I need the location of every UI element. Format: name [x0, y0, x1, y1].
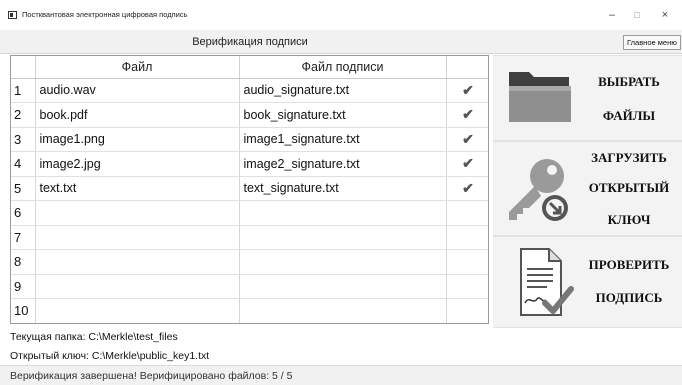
main-menu-button[interactable]: Главное меню [623, 35, 681, 50]
status-cell [446, 225, 488, 250]
table-row[interactable]: 9 [11, 274, 488, 299]
signature-cell[interactable]: book_signature.txt [239, 102, 447, 128]
load-key-button[interactable]: ЗАГРУЗИТЬ ОТКРЫТЫЙ КЛЮЧ [493, 141, 682, 236]
checkmark-icon: ✔ [446, 176, 488, 201]
file-cell[interactable] [35, 298, 240, 323]
files-table[interactable]: Файл Файл подписи 1 audio.wav audio_sign… [10, 55, 489, 324]
file-cell[interactable]: text.txt [35, 176, 240, 201]
file-cell[interactable] [35, 249, 240, 275]
verify-label-line1: ПРОВЕРИТЬ [588, 257, 670, 272]
load-key-label-line1: ЗАГРУЗИТЬ [591, 150, 667, 165]
checkmark-icon: ✔ [446, 78, 488, 103]
table-row[interactable]: 10 [11, 298, 488, 323]
row-number: 8 [11, 249, 36, 275]
table-row[interactable]: 6 [11, 200, 488, 226]
signature-cell[interactable]: text_signature.txt [239, 176, 447, 201]
signature-cell[interactable]: image1_signature.txt [239, 127, 447, 152]
maximize-button[interactable]: □ [627, 5, 647, 25]
row-number: 1 [11, 78, 36, 103]
select-files-button[interactable]: ВЫБРАТЬ ФАЙЛЫ [493, 55, 682, 141]
load-key-label-line2: ОТКРЫТЫЙ [588, 180, 670, 195]
status-cell [446, 274, 488, 299]
select-files-label-line1: ВЫБРАТЬ [598, 74, 660, 89]
column-header-file[interactable]: Файл [35, 56, 240, 79]
file-cell[interactable]: book.pdf [35, 102, 240, 128]
file-cell[interactable]: image2.jpg [35, 151, 240, 177]
table-row[interactable]: 5 text.txt text_signature.txt ✔ [11, 176, 488, 201]
current-folder-label: Текущая папка: C:\Merkle\test_files [10, 331, 178, 343]
close-button[interactable]: × [655, 5, 675, 25]
checkmark-icon: ✔ [446, 127, 488, 152]
signature-cell[interactable] [239, 225, 447, 250]
table-row[interactable]: 3 image1.png image1_signature.txt ✔ [11, 127, 488, 152]
signature-cell[interactable] [239, 200, 447, 226]
app-icon [8, 11, 17, 19]
row-number: 2 [11, 102, 36, 128]
page-title: Верификация подписи [192, 36, 308, 48]
signed-document-icon [520, 248, 574, 316]
file-cell[interactable] [35, 274, 240, 299]
signature-cell[interactable]: audio_signature.txt [239, 78, 447, 103]
row-number: 3 [11, 127, 36, 152]
row-number: 4 [11, 151, 36, 177]
table-row[interactable]: 4 image2.jpg image2_signature.txt ✔ [11, 151, 488, 177]
status-cell [446, 249, 488, 275]
status-cell [446, 298, 488, 323]
folder-icon [509, 72, 571, 122]
select-files-label-line2: ФАЙЛЫ [602, 108, 656, 123]
window-title: Постквантовая электронная цифровая подпи… [22, 10, 188, 19]
signature-cell[interactable] [239, 298, 447, 323]
signature-cell[interactable] [239, 249, 447, 275]
status-cell [446, 200, 488, 226]
signature-cell[interactable] [239, 274, 447, 299]
checkmark-icon: ✔ [446, 151, 488, 177]
column-header-status [446, 56, 488, 79]
column-header-index [11, 56, 36, 79]
file-cell[interactable] [35, 200, 240, 226]
key-icon [509, 159, 568, 221]
table-row[interactable]: 7 [11, 225, 488, 250]
column-header-signature[interactable]: Файл подписи [239, 56, 447, 79]
row-number: 9 [11, 274, 36, 299]
table-row[interactable]: 8 [11, 249, 488, 275]
public-key-label: Открытый ключ: C:\Merkle\public_key1.txt [10, 350, 210, 362]
row-number: 5 [11, 176, 36, 201]
signature-cell[interactable]: image2_signature.txt [239, 151, 447, 177]
header-bar: Верификация подписи Главное меню [0, 30, 682, 54]
row-number: 6 [11, 200, 36, 226]
table-row[interactable]: 1 audio.wav audio_signature.txt ✔ [11, 78, 488, 103]
file-cell[interactable] [35, 225, 240, 250]
file-cell[interactable]: audio.wav [35, 78, 240, 103]
verify-signature-button[interactable]: ПРОВЕРИТЬ ПОДПИСЬ [493, 236, 682, 328]
title-bar: Постквантовая электронная цифровая подпи… [0, 0, 682, 30]
table-header-row: Файл Файл подписи [11, 56, 488, 79]
row-number: 7 [11, 225, 36, 250]
load-key-label-line3: КЛЮЧ [607, 212, 651, 227]
minimize-button[interactable]: – [602, 5, 622, 25]
file-cell[interactable]: image1.png [35, 127, 240, 152]
checkmark-icon: ✔ [446, 102, 488, 128]
verify-label-line2: ПОДПИСЬ [595, 290, 663, 305]
table-row[interactable]: 2 book.pdf book_signature.txt ✔ [11, 102, 488, 128]
row-number: 10 [11, 298, 36, 323]
status-bar: Верификация завершена! Верифицировано фа… [0, 365, 682, 385]
